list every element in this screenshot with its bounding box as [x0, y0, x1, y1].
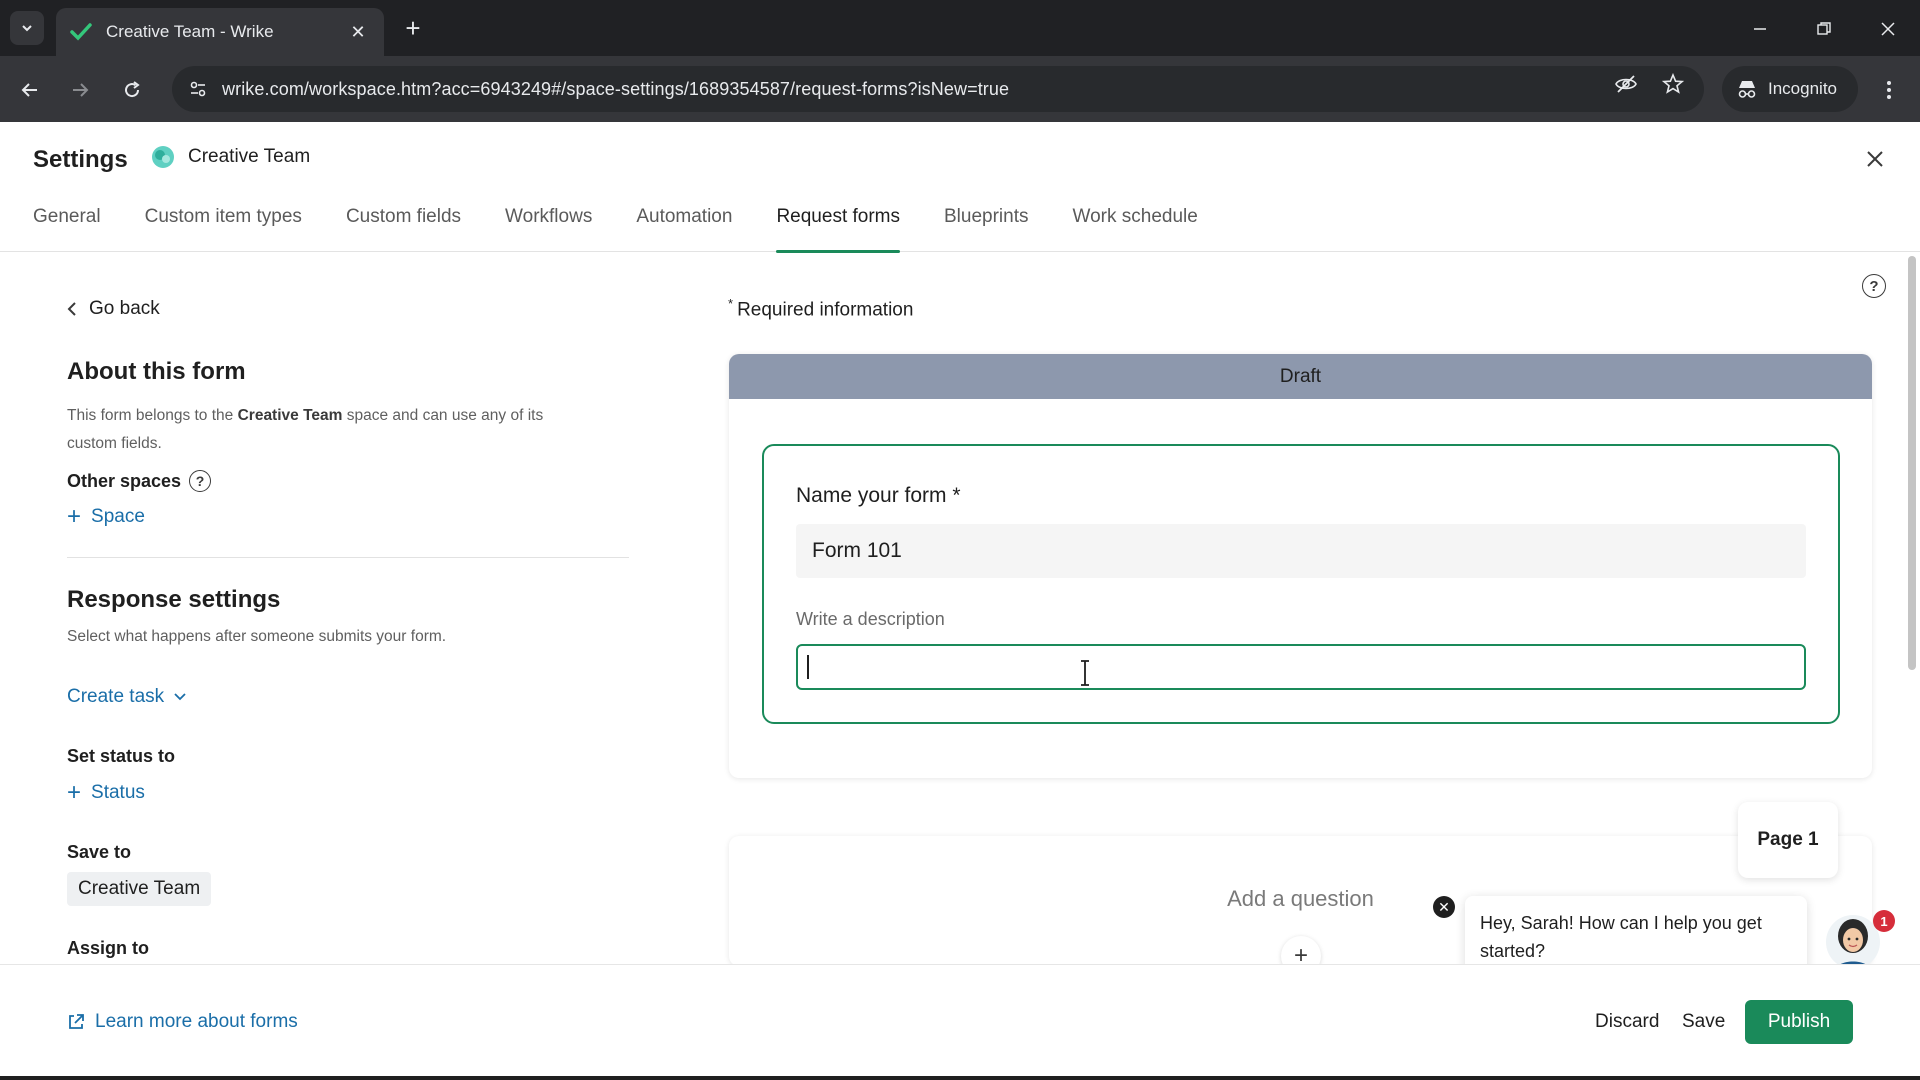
eye-off-icon[interactable] [1608, 66, 1644, 102]
about-space-name: Creative Team [237, 407, 343, 424]
tab-custom-item-types[interactable]: Custom item types [145, 206, 302, 252]
settings-header: Settings Creative Team General Custom it… [0, 122, 1920, 253]
chat-close-icon[interactable]: ✕ [1433, 896, 1455, 918]
form-title-block[interactable]: Name your form * Write a description [762, 444, 1840, 724]
forward-icon[interactable] [62, 72, 98, 108]
plus-icon: + [67, 503, 82, 530]
save-button[interactable]: Save [1682, 1011, 1725, 1033]
text-caret [807, 655, 809, 679]
page-title: Settings [33, 146, 128, 173]
divider [67, 557, 629, 558]
tab-title: Creative Team - Wrike [106, 22, 274, 41]
tab-blueprints[interactable]: Blueprints [944, 206, 1029, 252]
assign-to-label: Assign to [67, 938, 150, 958]
form-footer: Learn more about forms Discard Save Publ… [0, 964, 1920, 1076]
description-label: Write a description [796, 609, 945, 629]
bookmark-star-icon[interactable] [1655, 66, 1691, 102]
other-spaces-label: Other spaces ? [67, 470, 212, 492]
form-name-label: Name your form * [796, 484, 961, 507]
draft-status-bar: Draft [729, 354, 1872, 399]
help-icon[interactable]: ? [1862, 274, 1886, 298]
chevron-left-icon [67, 302, 76, 316]
text-cursor-icon [1081, 660, 1089, 686]
response-settings-description: Select what happens after someone submit… [67, 628, 447, 645]
add-space-label: Space [91, 506, 145, 527]
tab-workflows[interactable]: Workflows [505, 206, 592, 252]
form-header-card: Draft Name your form * Write a descripti… [729, 354, 1872, 778]
window-close-icon[interactable] [1868, 14, 1908, 44]
browser-tabstrip: Creative Team - Wrike ✕ + [0, 0, 1920, 56]
browser-tab[interactable]: Creative Team - Wrike ✕ [56, 8, 384, 56]
help-circle-icon[interactable]: ? [189, 470, 212, 492]
discard-button[interactable]: Discard [1595, 1011, 1659, 1033]
minimize-icon[interactable] [1740, 14, 1780, 44]
save-to-label: Save to [67, 842, 132, 862]
create-task-label: Create task [67, 686, 165, 707]
space-name: Creative Team [188, 146, 311, 167]
plus-icon: + [67, 779, 82, 806]
browser-toolbar: wrike.com/workspace.htm?acc=6943249#/spa… [0, 56, 1920, 122]
chat-notification-badge: 1 [1873, 910, 1895, 932]
browser-menu-icon[interactable] [1874, 72, 1904, 108]
tab-request-forms[interactable]: Request forms [776, 206, 900, 253]
learn-more-label: Learn more about forms [95, 1011, 298, 1032]
tab-work-schedule[interactable]: Work schedule [1073, 206, 1198, 252]
close-icon[interactable] [1860, 144, 1890, 174]
add-status-button[interactable]: + Status [67, 779, 145, 806]
space-icon [152, 146, 174, 168]
description-input[interactable] [796, 644, 1806, 690]
reload-icon[interactable] [114, 72, 150, 108]
chevron-down-icon [174, 693, 186, 701]
page-badge[interactable]: Page 1 [1738, 802, 1838, 878]
tab-general[interactable]: General [33, 206, 101, 252]
go-back-link[interactable]: Go back [67, 298, 160, 320]
add-status-label: Status [91, 782, 145, 803]
publish-button[interactable]: Publish [1745, 1000, 1853, 1044]
about-form-text: This form belongs to the Creative Team s… [67, 407, 544, 452]
url-text: wrike.com/workspace.htm?acc=6943249#/spa… [222, 78, 1010, 99]
incognito-label: Incognito [1768, 79, 1837, 98]
window-bottom-edge [0, 1076, 1920, 1080]
about-form-heading: About this form [67, 358, 246, 385]
chevron-down-icon [22, 25, 32, 32]
space-indicator: Creative Team [150, 144, 310, 170]
address-bar[interactable]: wrike.com/workspace.htm?acc=6943249#/spa… [172, 66, 1704, 112]
external-link-icon [69, 1014, 84, 1029]
response-settings-heading: Response settings [67, 586, 281, 613]
save-to-chip[interactable]: Creative Team [67, 872, 212, 906]
learn-more-link[interactable]: Learn more about forms [67, 1011, 298, 1033]
tab-automation[interactable]: Automation [636, 206, 732, 252]
scrollbar[interactable] [1908, 256, 1916, 670]
tab-custom-fields[interactable]: Custom fields [346, 206, 461, 252]
site-settings-icon[interactable] [188, 79, 208, 99]
restore-icon[interactable] [1804, 14, 1844, 44]
back-icon[interactable] [12, 72, 48, 108]
tab-search-button[interactable] [10, 11, 44, 45]
wrike-check-icon [70, 23, 92, 41]
create-task-dropdown[interactable]: Create task [67, 686, 186, 708]
incognito-indicator[interactable]: Incognito [1722, 66, 1858, 112]
set-status-label: Set status to [67, 746, 176, 766]
incognito-icon [1738, 81, 1756, 98]
add-space-button[interactable]: + Space [67, 503, 145, 530]
required-info-note: * Required information [728, 296, 914, 321]
go-back-label: Go back [89, 298, 160, 319]
tab-close-icon[interactable]: ✕ [346, 22, 370, 43]
form-name-input[interactable] [796, 524, 1806, 578]
settings-tabs: General Custom item types Custom fields … [33, 206, 1242, 253]
new-tab-button[interactable]: + [398, 14, 428, 44]
